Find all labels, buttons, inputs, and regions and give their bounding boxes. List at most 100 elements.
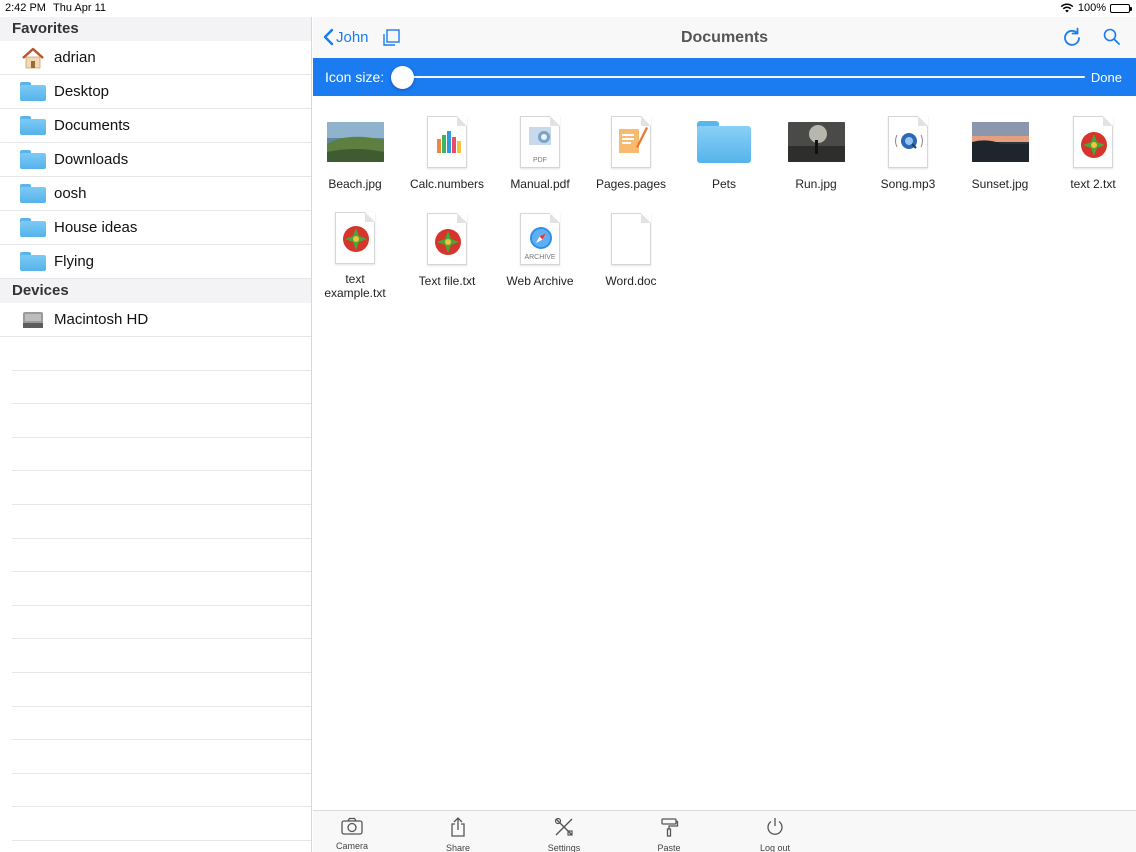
status-bar: 2:42 PM Thu Apr 11 100% [0, 0, 1136, 17]
icon-size-slider-thumb[interactable] [391, 66, 414, 89]
empty-row [12, 841, 311, 852]
folder-icon [20, 149, 46, 171]
file-name: text example.txt [310, 272, 400, 300]
sidebar-item-label: Flying [54, 253, 95, 270]
pdf-document-icon: PDF [520, 116, 560, 168]
file-item[interactable]: text example.txt [310, 205, 400, 300]
battery-icon [1110, 3, 1132, 13]
file-name: text 2.txt [1070, 177, 1116, 191]
sidebar-item-macintosh-hd[interactable]: Macintosh HD [0, 303, 311, 337]
empty-row [12, 807, 311, 841]
file-name: Calc.numbers [409, 177, 485, 191]
folder-icon [20, 115, 46, 137]
file-name: Pets [711, 177, 736, 191]
empty-row [12, 404, 311, 438]
sidebar-item-desktop[interactable]: Desktop [0, 75, 311, 109]
text-file-icon [335, 212, 375, 264]
numbers-document-icon [427, 116, 467, 168]
settings-button[interactable]: Settings [534, 817, 594, 852]
folder-icon [20, 251, 46, 273]
file-item[interactable]: Song.mp3 [863, 108, 953, 191]
sidebar-item-oosh[interactable]: oosh [0, 177, 311, 211]
search-icon[interactable] [1102, 27, 1122, 52]
file-name: Sunset.jpg [971, 177, 1029, 191]
image-thumbnail-icon [326, 122, 384, 162]
file-name: Manual.pdf [510, 177, 570, 191]
folder-icon [20, 183, 46, 205]
sidebar-item-downloads[interactable]: Downloads [0, 143, 311, 177]
file-item[interactable]: text 2.txt [1048, 108, 1136, 191]
file-name: Web Archive [506, 274, 574, 288]
toolbar-label: Settings [547, 843, 581, 852]
sidebar-item-label: Desktop [54, 83, 110, 100]
audio-file-icon [888, 116, 928, 168]
done-button[interactable]: Done [1091, 70, 1122, 85]
sidebar-item-label: House ideas [54, 219, 138, 236]
empty-row [12, 707, 311, 741]
empty-row [12, 740, 311, 774]
navigation-bar: John Documents [313, 17, 1136, 58]
file-item[interactable]: Pages.pages [586, 108, 676, 191]
web-archive-icon: ARCHIVE [520, 213, 560, 265]
sidebar-item-adrian[interactable]: adrian [0, 41, 311, 75]
empty-row [12, 639, 311, 673]
icon-size-slider-track[interactable] [403, 76, 1085, 78]
camera-icon [341, 817, 363, 835]
file-name-line: text [345, 272, 365, 286]
battery-percent: 100% [1077, 2, 1106, 14]
empty-row [12, 673, 311, 707]
text-file-icon [1073, 116, 1113, 168]
folder-icon [20, 217, 46, 239]
home-icon [20, 47, 46, 69]
file-item[interactable]: Run.jpg [771, 108, 861, 191]
file-item[interactable]: Beach.jpg [310, 108, 400, 191]
folder-icon [20, 81, 46, 103]
toolbar-label: Camera [335, 841, 368, 851]
empty-row [12, 774, 311, 808]
folder-icon [697, 121, 751, 163]
file-name: Text file.txt [418, 274, 476, 288]
main-panel: John Documents Icon size: Done Beach.jpg… [313, 17, 1136, 852]
file-item[interactable]: Pets [679, 108, 769, 191]
file-item[interactable]: Word.doc [586, 205, 676, 288]
pdf-label: PDF [533, 157, 547, 164]
icon-size-bar: Icon size: Done [313, 58, 1136, 96]
image-thumbnail-icon [971, 122, 1029, 162]
empty-row [12, 471, 311, 505]
file-item[interactable]: Calc.numbers [402, 108, 492, 191]
refresh-icon[interactable] [1062, 27, 1082, 52]
file-item[interactable]: Text file.txt [402, 205, 492, 288]
share-button[interactable]: Share [428, 817, 488, 852]
icon-size-label: Icon size: [325, 69, 385, 85]
sidebar: Favorites adrian Desktop Documents Downl… [0, 17, 312, 852]
file-name: Beach.jpg [328, 177, 382, 191]
file-item[interactable]: PDF Manual.pdf [495, 108, 585, 191]
pages-document-icon [611, 116, 651, 168]
file-name: Run.jpg [795, 177, 837, 191]
file-item[interactable]: Sunset.jpg [955, 108, 1045, 191]
paste-button[interactable]: Paste [639, 817, 699, 852]
empty-row [12, 505, 311, 539]
empty-row [12, 539, 311, 573]
file-item[interactable]: ARCHIVE Web Archive [495, 205, 585, 288]
logout-button[interactable]: Log out [745, 817, 805, 852]
sidebar-item-label: Documents [54, 117, 130, 134]
sidebar-item-house-ideas[interactable]: House ideas [0, 211, 311, 245]
camera-button[interactable]: Camera [322, 817, 382, 851]
empty-row [12, 438, 311, 472]
file-name: Song.mp3 [880, 177, 936, 191]
sidebar-item-documents[interactable]: Documents [0, 109, 311, 143]
toolbar-label: Paste [657, 843, 681, 852]
section-header-favorites: Favorites [0, 17, 311, 41]
status-date: Thu Apr 11 [53, 2, 106, 14]
share-icon [451, 817, 465, 837]
archive-label: ARCHIVE [524, 254, 556, 261]
wifi-icon [1060, 3, 1074, 13]
sidebar-item-flying[interactable]: Flying [0, 245, 311, 279]
sidebar-item-label: Macintosh HD [54, 311, 149, 328]
sidebar-item-label: adrian [54, 49, 96, 66]
empty-row [12, 337, 311, 371]
toolbar-label: Share [445, 843, 471, 852]
tools-icon [554, 817, 573, 836]
image-thumbnail-icon [787, 122, 845, 162]
